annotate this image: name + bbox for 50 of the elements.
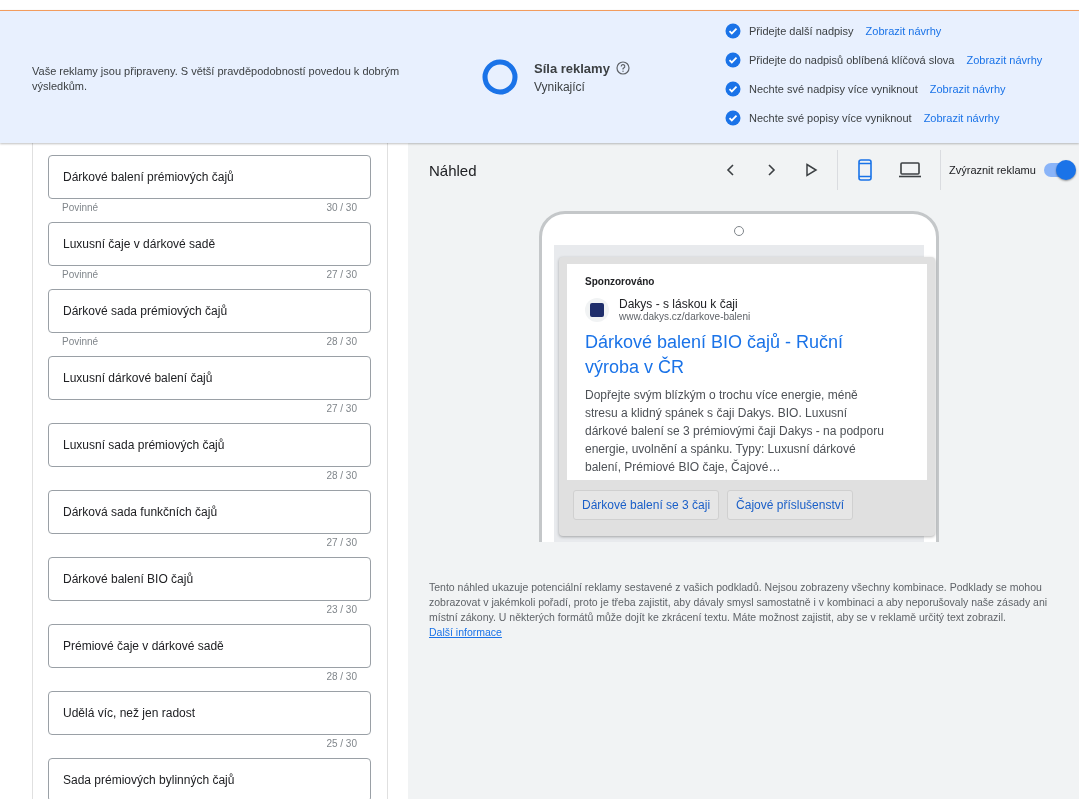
headline-input-field[interactable]: Luxusní sada prémiových čajů [48, 423, 371, 467]
status-message: Vaše reklamy jsou připraveny. S větší pravděpodobností povedou k dobrým výsledkům. [32, 64, 401, 94]
ad-headline-link[interactable]: Dárkové balení BIO čajů - Ruční výroba v ČR [585, 330, 891, 380]
ad-strength-value: Vynikající [534, 79, 586, 94]
help-icon[interactable] [615, 61, 630, 75]
sitelink-chip[interactable]: Dárkové balení se 3 čaji [573, 490, 720, 520]
tip-text: Nechte své nadpisy více vyniknout [749, 82, 918, 95]
preview-disclaimer: Tento náhled ukazuje potenciální reklamy sestavené z vašich podkladů. Nejsou zobrazeny všechny kombinace. Podklady se mohou zobrazovat v jakémkoli pořadí, proto je třeba zajistit, aby dávaly smysl samostatně i v kombinaci a aby neporušovaly naše zásady ani místní zákony. U některých formátů může dojít ke zkrácení textu. Máte možnost zajistit, aby se v reklamě určitý text zobrazil. Další informace [429, 580, 1049, 640]
tip-text: Přidejte do nadpisů oblíbená klíčová slova [749, 53, 955, 66]
headline-input-field[interactable]: Sada prémiových bylinných čajů [48, 758, 371, 799]
headline-input-field[interactable]: Luxusní čaje v dárkové sadě [48, 222, 371, 266]
required-hint: Povinné [62, 269, 99, 280]
headline-input-field[interactable]: Dárkové sada prémiových čajů [48, 289, 371, 333]
play-icon[interactable] [803, 162, 819, 178]
required-hint: Povinné [62, 202, 99, 213]
mobile-device-icon[interactable] [856, 159, 874, 181]
headline-input-field[interactable]: Luxusní dárkové balení čajů [48, 356, 371, 400]
character-counter: 30 / 30 [326, 202, 357, 213]
tip-text: Přidejte další nadpisy [749, 24, 854, 37]
headline-input-field[interactable]: Dárkové balení prémiových čajů [48, 155, 371, 199]
headline-input-field[interactable]: Prémiové čaje v dárkové sadě [48, 624, 371, 668]
headline-input-field[interactable]: Dárková sada funkčních čajů [48, 490, 371, 534]
tip-text: Nechte své popisy více vyniknout [749, 111, 912, 124]
ad-strength-title: Síla reklamy [534, 60, 610, 76]
show-suggestions-link[interactable]: Zobrazit návrhy [865, 24, 942, 37]
advertiser-name: Dakys - s láskou k čaji [619, 297, 739, 311]
character-counter: 28 / 30 [326, 470, 357, 481]
ad-strength-ring-icon [480, 57, 520, 97]
character-counter: 28 / 30 [326, 671, 357, 682]
character-counter: 27 / 30 [326, 403, 357, 414]
learn-more-link[interactable]: Další informace [429, 626, 502, 638]
preview-title: Náhled [429, 161, 478, 179]
highlight-ad-label: Zvýraznit reklamu [949, 164, 1036, 176]
headline-input-field[interactable]: Udělá víc, než jen radost [48, 691, 371, 735]
sitelink-chip[interactable]: Čajové příslušenství [727, 490, 854, 520]
show-suggestions-link[interactable]: Zobrazit návrhy [923, 111, 1000, 124]
required-hint: Povinné [62, 336, 99, 347]
ad-description: Dopřejte svým blízkým o trochu více energie, méně stresu a klidný spánek s čaji Dakys. BIO. Luxusní dárkové balení se 3 prémiovými čaji Dakys - na podporu energie, uvolnění a spánku. Typy: Luxusní dárkové balení, Prémiové BIO čaje, Čajové… [585, 387, 885, 476]
headline-input-field[interactable]: Dárkové balení BIO čajů [48, 557, 371, 601]
character-counter: 28 / 30 [326, 336, 357, 347]
character-counter: 23 / 30 [326, 604, 357, 615]
show-suggestions-link[interactable]: Zobrazit návrhy [929, 82, 1006, 95]
display-url: www.dakys.cz/darkove-baleni [619, 311, 751, 322]
character-counter: 25 / 30 [326, 738, 357, 749]
sponsored-label: Sponzorováno [585, 276, 656, 287]
character-counter: 27 / 30 [326, 269, 357, 280]
character-counter: 27 / 30 [326, 537, 357, 548]
laptop-icon[interactable] [898, 161, 922, 179]
logo-icon [585, 297, 609, 322]
show-suggestions-link[interactable]: Zobrazit návrhy [966, 53, 1043, 66]
